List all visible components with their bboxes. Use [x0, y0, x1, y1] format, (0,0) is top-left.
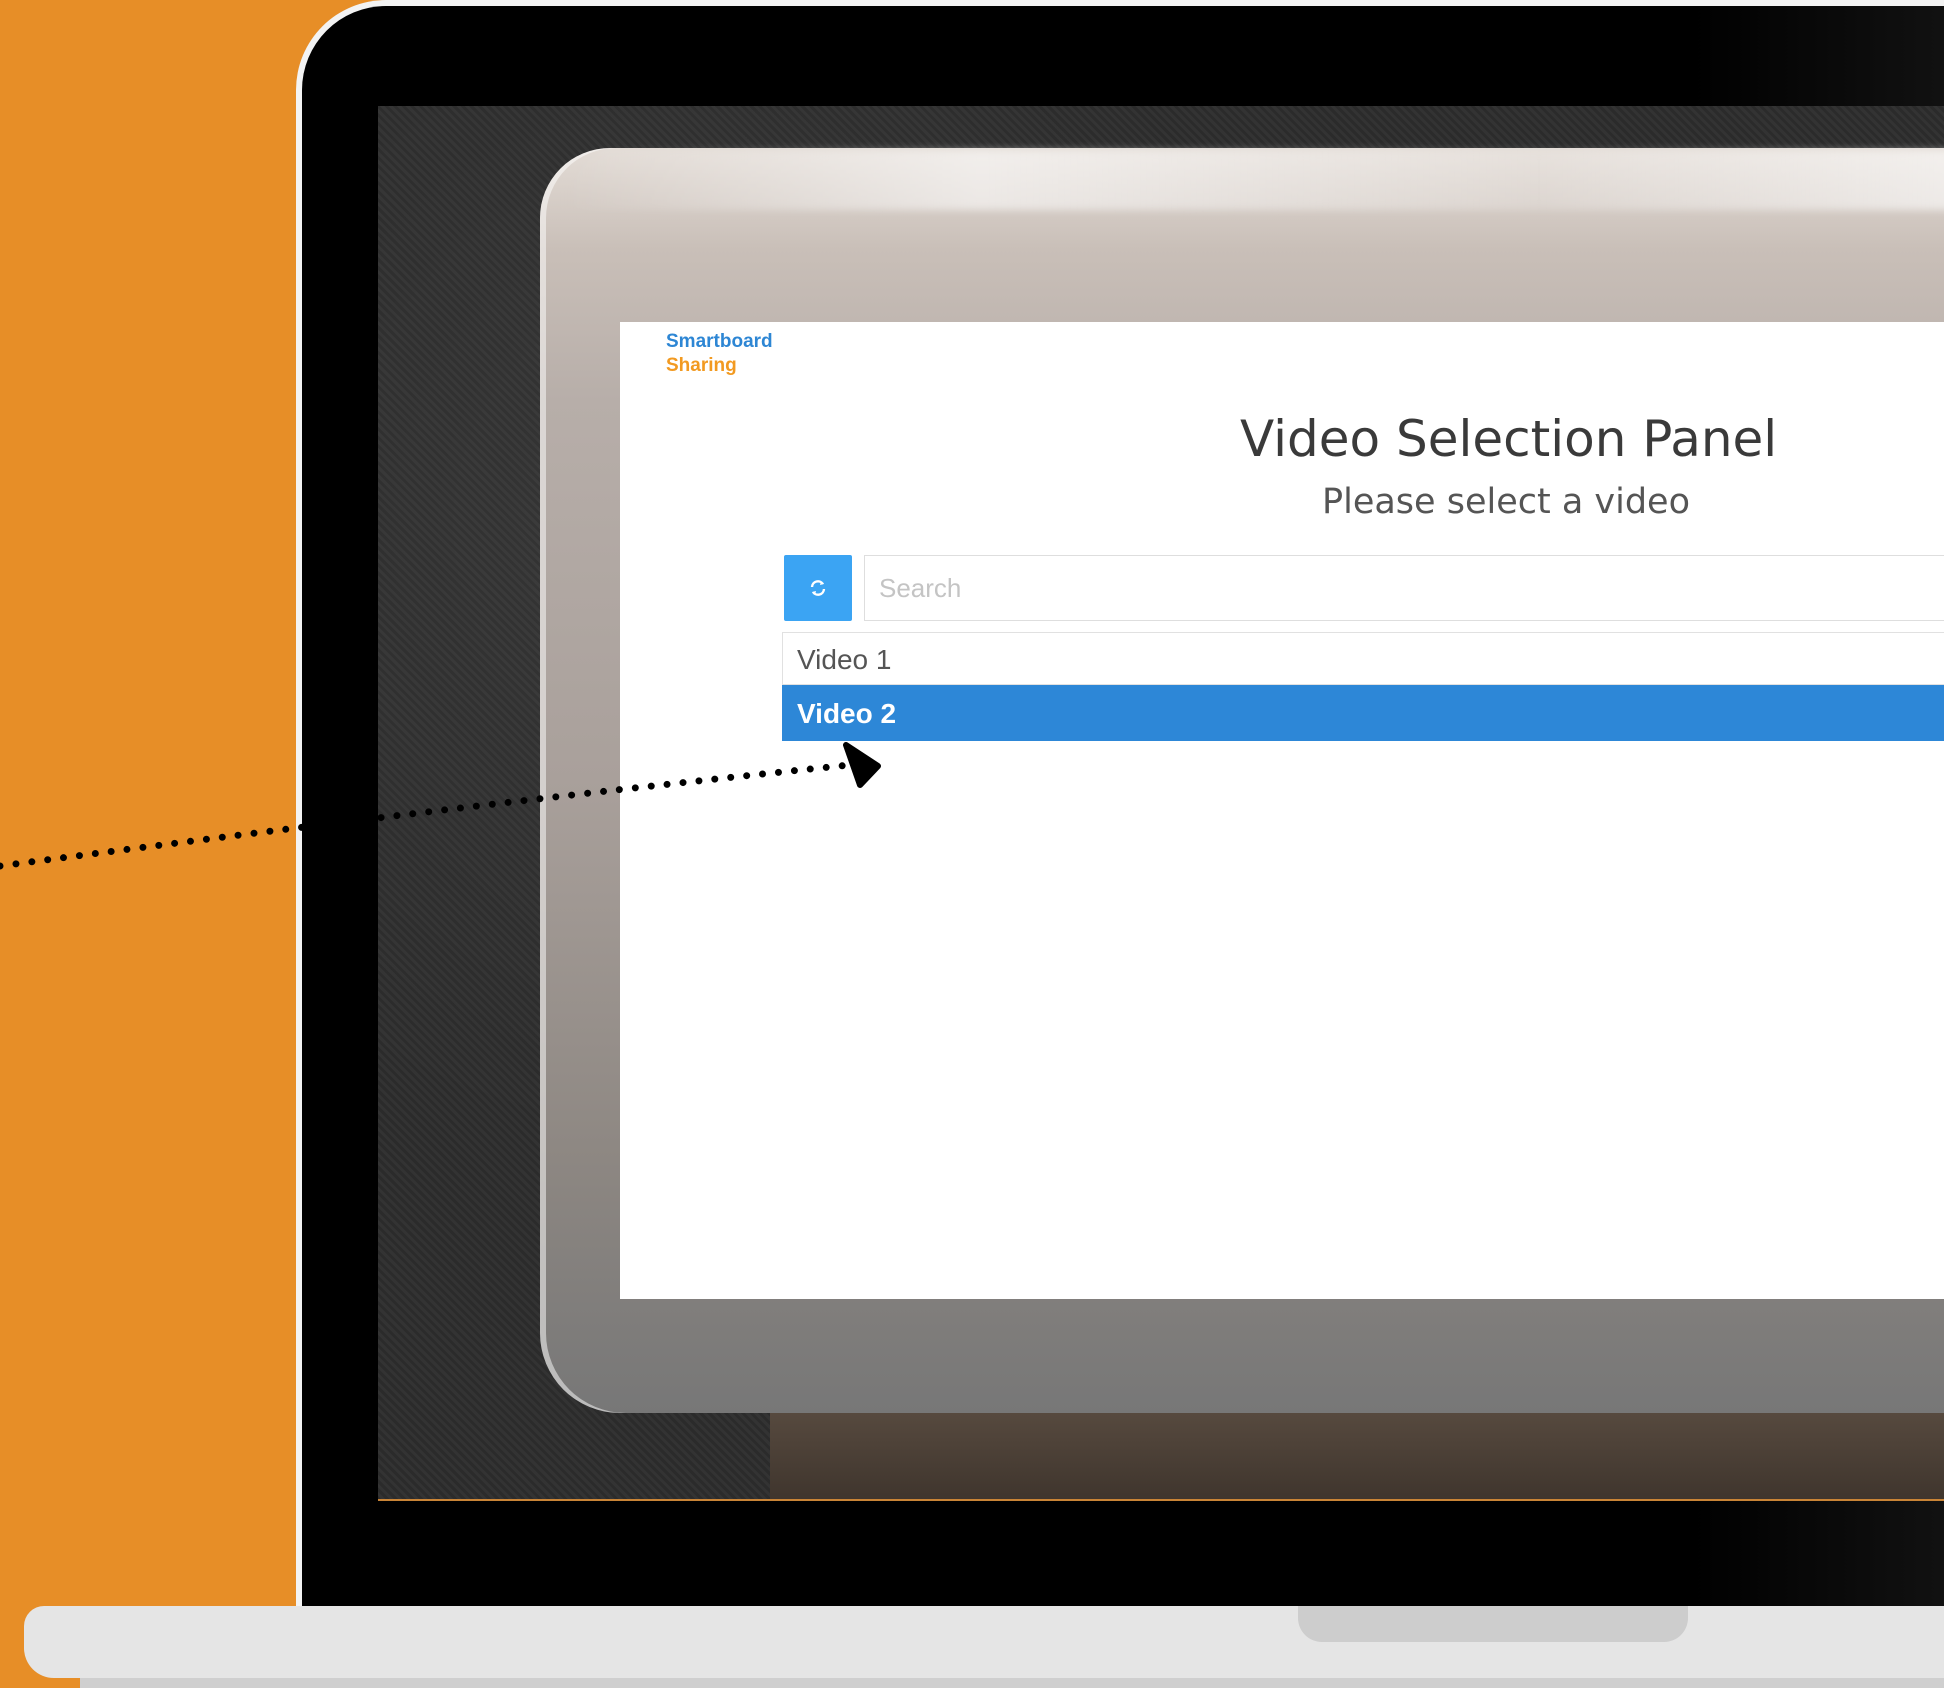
- laptop-notch: [1298, 1606, 1688, 1642]
- pointer-arrow: [0, 742, 881, 870]
